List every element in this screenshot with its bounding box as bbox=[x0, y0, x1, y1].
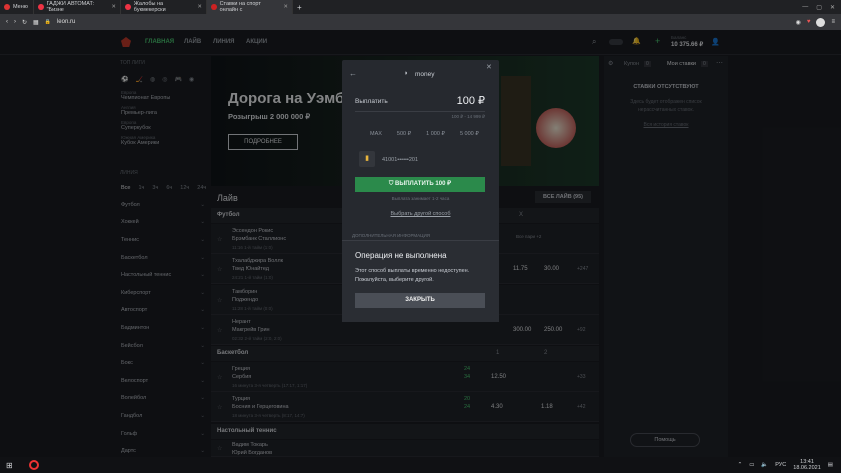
preset-5000-button[interactable]: 5 000 ₽ bbox=[460, 131, 479, 137]
profile-icon[interactable] bbox=[816, 17, 826, 27]
preset-max-button[interactable]: MAX bbox=[370, 131, 382, 137]
extension-icon[interactable]: ◉ bbox=[796, 19, 801, 26]
reload-icon[interactable]: ↻ bbox=[22, 19, 27, 26]
site-favicon-icon bbox=[38, 4, 44, 10]
amount-label: Выплатить bbox=[355, 98, 388, 105]
close-tab-icon[interactable]: ✕ bbox=[111, 4, 116, 10]
heart-icon[interactable]: ♥ bbox=[807, 19, 811, 25]
windows-taskbar: ⊞ ⌃ ▭ 🔈 РУС 13:41 18.06.2021 ▤ bbox=[0, 457, 841, 473]
error-dialog: Операция не выполнена Этот способ выплат… bbox=[342, 240, 499, 322]
extra-info-toggle[interactable]: ДОПОЛНИТЕЛЬНАЯ ИНФОРМАЦИЯ bbox=[352, 233, 430, 238]
opera-logo-icon bbox=[4, 4, 10, 10]
close-window-icon[interactable]: ✕ bbox=[830, 4, 835, 11]
withdraw-submit-label: ВЫПЛАТИТЬ 100 ₽ bbox=[395, 181, 452, 187]
other-method-link[interactable]: Выбрать другой способ bbox=[342, 211, 499, 217]
close-modal-icon[interactable]: ✕ bbox=[486, 63, 492, 71]
wallet-number: 41001••••••201 bbox=[382, 157, 419, 163]
windows-start-icon[interactable]: ⊞ bbox=[6, 461, 13, 470]
preset-500-button[interactable]: 500 ₽ bbox=[397, 131, 411, 137]
back-arrow-icon[interactable]: ← bbox=[349, 69, 357, 78]
error-close-button[interactable]: ЗАКРЫТЬ bbox=[355, 293, 485, 308]
address-bar: ‹ › ↻ ▦ 🔒 leon.ru ◉ ♥ ≡ bbox=[0, 14, 841, 30]
notifications-icon[interactable]: ▤ bbox=[828, 462, 833, 468]
forward-icon[interactable]: › bbox=[14, 19, 16, 25]
wallet-icon: ▮ bbox=[359, 151, 375, 167]
preset-1000-button[interactable]: 1 000 ₽ bbox=[426, 131, 445, 137]
error-message: Этот способ выплаты временно недоступен.… bbox=[355, 268, 470, 283]
tab-title: ГАДЖИ АВТОМАТ: "Бизне bbox=[46, 1, 95, 13]
minimize-icon[interactable]: — bbox=[802, 4, 808, 11]
tab-title: Ставки на спорт онлайн с bbox=[219, 1, 261, 13]
amount-value: 100 ₽ bbox=[456, 95, 485, 107]
error-title: Операция не выполнена bbox=[355, 251, 447, 260]
amount-input[interactable]: Выплатить 100 ₽ bbox=[355, 90, 485, 112]
network-icon[interactable]: ▭ bbox=[749, 462, 754, 468]
close-tab-icon[interactable]: ✕ bbox=[197, 4, 202, 10]
back-icon[interactable]: ‹ bbox=[6, 19, 8, 25]
withdraw-submit-button[interactable]: ⛉ ВЫПЛАТИТЬ 100 ₽ bbox=[355, 177, 485, 192]
url-field[interactable]: leon.ru bbox=[57, 19, 790, 25]
provider-name: money bbox=[415, 71, 435, 78]
lock-icon: 🔒 bbox=[44, 19, 51, 25]
amount-range: 100 ₽ - 14 999 ₽ bbox=[451, 114, 486, 119]
browser-tab-active[interactable]: Ставки на спорт онлайн с ✕ bbox=[207, 0, 293, 14]
browser-menu-label: Меню bbox=[13, 4, 28, 10]
volume-icon[interactable]: 🔈 bbox=[761, 462, 768, 468]
site-favicon-icon bbox=[125, 4, 131, 10]
new-tab-button[interactable]: + bbox=[293, 0, 306, 14]
menu-icon[interactable]: ≡ bbox=[831, 19, 835, 25]
clock-date: 18.06.2021 bbox=[793, 465, 821, 471]
browser-tab[interactable]: ГАДЖИ АВТОМАТ: "Бизне ✕ bbox=[34, 0, 121, 14]
maximize-icon[interactable]: ▢ bbox=[816, 4, 822, 11]
browser-tab-bar: Меню ГАДЖИ АВТОМАТ: "Бизне ✕ Жалобы на б… bbox=[0, 0, 841, 14]
yoomoney-logo-icon: ◗ bbox=[404, 70, 409, 77]
leon-favicon-icon bbox=[211, 4, 217, 10]
opera-taskbar-icon[interactable] bbox=[28, 460, 39, 470]
grid-icon[interactable]: ▦ bbox=[33, 19, 39, 26]
browser-tab[interactable]: Жалобы на букмекерски ✕ bbox=[121, 0, 207, 14]
language-indicator[interactable]: РУС bbox=[775, 462, 786, 468]
withdraw-note: Выплата занимает 1-2 часа bbox=[391, 196, 450, 201]
browser-menu-button[interactable]: Меню bbox=[0, 0, 34, 14]
tray-arrow-icon[interactable]: ⌃ bbox=[738, 462, 743, 468]
close-tab-icon[interactable]: ✕ bbox=[283, 4, 288, 10]
tab-title: Жалобы на букмекерски bbox=[133, 1, 166, 13]
